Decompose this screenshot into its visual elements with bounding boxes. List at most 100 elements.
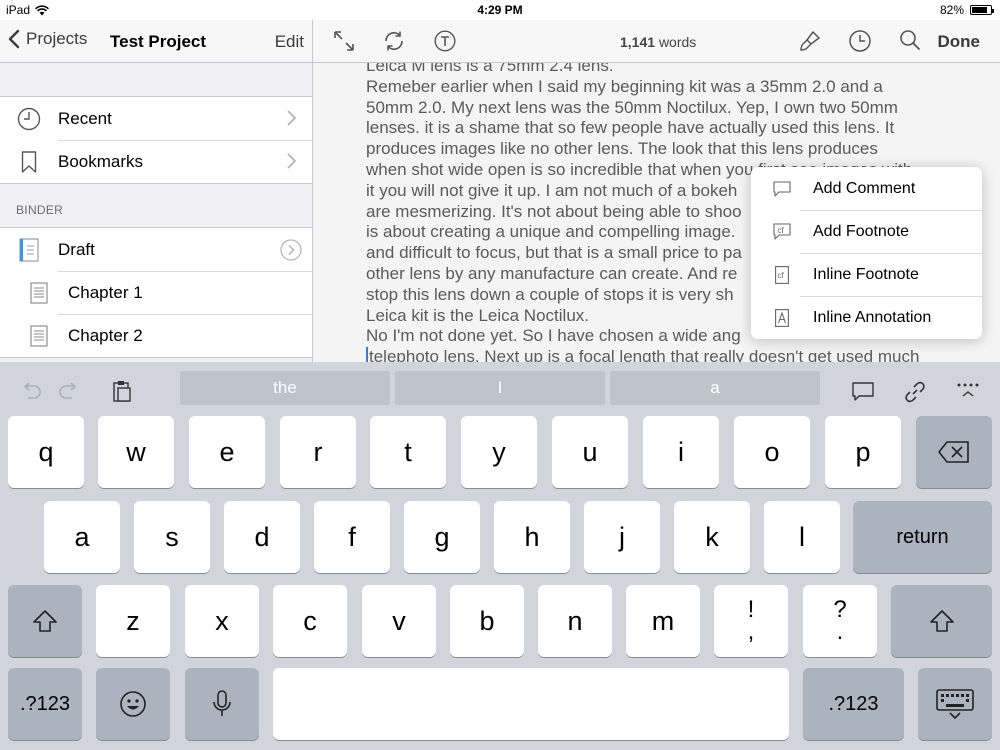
comment-shortcut-icon[interactable] bbox=[852, 382, 874, 402]
editor-toolbar: 1,141 words Done bbox=[313, 20, 1000, 63]
key-c[interactable]: c bbox=[273, 585, 347, 657]
footnote-icon: cf bbox=[773, 222, 791, 240]
document-line[interactable]: telephoto lens. Next up is a focal lengt… bbox=[366, 347, 946, 362]
edit-button[interactable]: Edit bbox=[275, 32, 304, 52]
chevron-right-icon bbox=[287, 153, 296, 169]
binder-section-header: BINDER bbox=[16, 203, 64, 217]
brush-icon[interactable] bbox=[798, 29, 822, 53]
shift-key-right[interactable] bbox=[891, 585, 992, 657]
format-text-icon[interactable] bbox=[434, 30, 456, 52]
binder-item-chapter-1[interactable]: Chapter 1 bbox=[0, 271, 312, 314]
redo-icon[interactable] bbox=[58, 382, 80, 400]
emoji-key[interactable] bbox=[96, 668, 170, 740]
key-r[interactable]: r bbox=[280, 416, 356, 488]
back-button[interactable]: Projects bbox=[8, 29, 87, 49]
key-j[interactable]: j bbox=[584, 501, 660, 573]
key-w[interactable]: w bbox=[98, 416, 174, 488]
space-key[interactable] bbox=[273, 668, 789, 740]
menu-item-add-footnote[interactable]: cf Add Footnote bbox=[751, 210, 982, 253]
numbers-key-left[interactable]: .?123 bbox=[8, 668, 82, 740]
document-line-text: produces images like no other lens. The … bbox=[366, 139, 878, 159]
document-line[interactable]: Leica M lens is a 75mm 2.4 lens. bbox=[366, 63, 946, 77]
dictation-key[interactable] bbox=[185, 668, 259, 740]
key-o[interactable]: o bbox=[734, 416, 810, 488]
link-icon[interactable] bbox=[904, 381, 926, 403]
key-l[interactable]: l bbox=[764, 501, 840, 573]
backspace-key[interactable] bbox=[916, 416, 992, 488]
undo-icon[interactable] bbox=[20, 382, 42, 400]
document-icon bbox=[30, 282, 48, 303]
menu-item-inline-footnote[interactable]: cf Inline Footnote bbox=[751, 253, 982, 296]
document-line[interactable]: produces images like no other lens. The … bbox=[366, 139, 946, 160]
key-f[interactable]: f bbox=[314, 501, 390, 573]
key-bottom-char: , bbox=[747, 618, 755, 645]
sidebar-top-group: Recent Bookmarks bbox=[0, 96, 312, 184]
binder-item-chapter-2[interactable]: Chapter 2 bbox=[0, 314, 312, 357]
comment-icon bbox=[773, 180, 791, 197]
document-line[interactable]: 50mm 2.0. My next lens was the 50mm Noct… bbox=[366, 98, 946, 119]
key-v[interactable]: v bbox=[362, 585, 436, 657]
disclosure-arrow-icon[interactable] bbox=[280, 239, 302, 261]
word-count-suffix: words bbox=[658, 34, 697, 50]
menu-item-inline-annotation[interactable]: Inline Annotation bbox=[751, 296, 982, 339]
annotation-icon bbox=[775, 308, 789, 327]
sidebar-item-label: Recent bbox=[58, 108, 112, 128]
menu-item-label: Inline Annotation bbox=[813, 308, 932, 326]
more-keys-icon[interactable] bbox=[956, 382, 980, 400]
insert-popup-menu: Add Comment cf Add Footnote cf Inline Fo… bbox=[751, 167, 982, 339]
key-n[interactable]: n bbox=[538, 585, 612, 657]
key-exclamation-comma[interactable]: !, bbox=[714, 585, 788, 657]
key-y[interactable]: y bbox=[461, 416, 537, 488]
menu-item-label: Add Comment bbox=[813, 179, 916, 197]
key-k[interactable]: k bbox=[674, 501, 750, 573]
suggestion-3[interactable]: a bbox=[610, 371, 820, 405]
key-u[interactable]: u bbox=[552, 416, 628, 488]
key-s[interactable]: s bbox=[134, 501, 210, 573]
key-b[interactable]: b bbox=[450, 585, 524, 657]
shift-key-left[interactable] bbox=[8, 585, 82, 657]
key-m[interactable]: m bbox=[626, 585, 700, 657]
key-a[interactable]: a bbox=[44, 501, 120, 573]
binder-item-draft[interactable]: Draft bbox=[0, 228, 312, 271]
return-key[interactable]: return bbox=[853, 501, 992, 573]
binder-item-label: Draft bbox=[58, 239, 95, 259]
key-question-period[interactable]: ?. bbox=[803, 585, 877, 657]
paste-icon[interactable] bbox=[112, 379, 132, 403]
key-t[interactable]: t bbox=[370, 416, 446, 488]
key-x[interactable]: x bbox=[185, 585, 259, 657]
suggestion-1[interactable]: the bbox=[180, 371, 390, 405]
sidebar-item-bookmarks[interactable]: Bookmarks bbox=[0, 140, 312, 183]
text-cursor bbox=[366, 347, 368, 362]
done-button[interactable]: Done bbox=[938, 32, 981, 52]
menu-item-add-comment[interactable]: Add Comment bbox=[751, 167, 982, 210]
search-icon[interactable] bbox=[899, 29, 921, 51]
key-g[interactable]: g bbox=[404, 501, 480, 573]
key-e[interactable]: e bbox=[189, 416, 265, 488]
expand-icon[interactable] bbox=[332, 29, 356, 53]
word-count: 1,141 words bbox=[620, 34, 696, 50]
document-line-text: No I'm not done yet. So I have chosen a … bbox=[366, 326, 741, 346]
numbers-key-right[interactable]: .?123 bbox=[803, 668, 904, 740]
history-clock-icon[interactable] bbox=[848, 29, 872, 53]
document-line-text: Leica M lens is a 75mm 2.4 lens. bbox=[366, 63, 614, 75]
hide-keyboard-key[interactable] bbox=[918, 668, 992, 740]
document-line-text: Remeber earlier when I said my beginning… bbox=[366, 76, 883, 96]
svg-text:cf: cf bbox=[778, 271, 785, 280]
binder-group: Draft Chapter 1 Chapter 2 bbox=[0, 227, 312, 358]
sidebar-item-label: Bookmarks bbox=[58, 151, 144, 171]
key-i[interactable]: i bbox=[643, 416, 719, 488]
keyboard: the I a q w e r t y u i o p a s d f g h … bbox=[0, 362, 1000, 750]
key-d[interactable]: d bbox=[224, 501, 300, 573]
sync-icon[interactable] bbox=[383, 30, 405, 52]
key-h[interactable]: h bbox=[494, 501, 570, 573]
document-line[interactable]: lenses. it is a shame that so few people… bbox=[366, 118, 946, 139]
key-z[interactable]: z bbox=[96, 585, 170, 657]
suggestion-2[interactable]: I bbox=[395, 371, 605, 405]
key-q[interactable]: q bbox=[8, 416, 84, 488]
word-count-value: 1,141 bbox=[620, 34, 656, 50]
key-p[interactable]: p bbox=[825, 416, 901, 488]
sidebar-item-recent[interactable]: Recent bbox=[0, 97, 312, 140]
bookmark-icon bbox=[21, 150, 37, 173]
project-title: Test Project bbox=[110, 32, 207, 51]
document-line[interactable]: Remeber earlier when I said my beginning… bbox=[366, 77, 946, 98]
